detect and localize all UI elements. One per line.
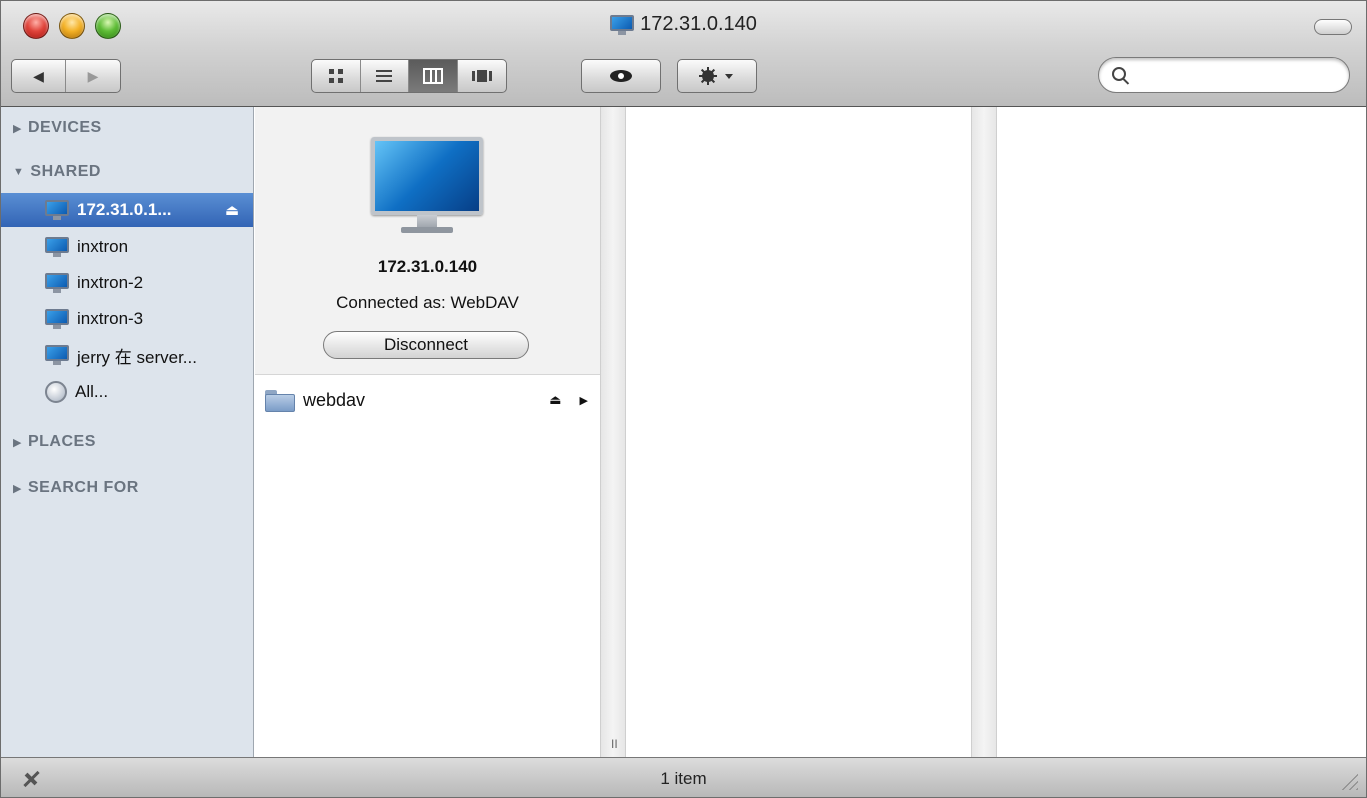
window-title-text: 172.31.0.140 <box>640 13 757 35</box>
back-forward-control: ◀ ▶ <box>11 59 121 93</box>
search-input[interactable] <box>1135 64 1335 86</box>
back-button[interactable]: ◀ <box>12 60 67 92</box>
quick-look-button[interactable] <box>581 59 661 93</box>
list-view-button[interactable] <box>361 60 409 92</box>
shared-folder-icon <box>265 390 295 412</box>
sidebar-item-inxtron-3[interactable]: inxtron-3 <box>1 302 253 336</box>
sidebar-section-search-for[interactable]: ▶ SEARCH FOR <box>13 479 139 497</box>
computer-icon <box>45 345 69 365</box>
column-view-button[interactable] <box>409 60 458 92</box>
computer-icon <box>45 237 69 257</box>
toolbar-toggle-button[interactable] <box>1314 19 1352 35</box>
window-title: 172.31.0.140 <box>1 13 1366 36</box>
computer-large-icon <box>371 137 483 237</box>
sidebar-item-all[interactable]: All... <box>1 375 253 409</box>
column-view-icon <box>422 68 443 84</box>
view-mode-control <box>311 59 507 93</box>
disconnect-button[interactable]: Disconnect <box>323 331 529 359</box>
eject-icon[interactable]: ⏏ <box>225 201 239 219</box>
column-divider-2[interactable] <box>971 107 997 757</box>
computer-icon <box>45 200 69 220</box>
sidebar-item-jerry-server[interactable]: jerry 在 server... <box>1 338 253 372</box>
column-resize-grip-icon[interactable]: II <box>611 737 618 751</box>
status-bar: 1 item <box>1 757 1366 797</box>
search-field[interactable] <box>1098 57 1350 93</box>
icon-view-icon <box>328 69 343 83</box>
icon-view-button[interactable] <box>312 60 361 92</box>
action-menu-button[interactable] <box>677 59 757 93</box>
sidebar: ▶ DEVICES ▼ SHARED 172.31.0.1... ⏏ inxtr… <box>1 107 254 757</box>
sidebar-section-devices[interactable]: ▶ DEVICES <box>13 119 102 137</box>
sidebar-item-inxtron-2[interactable]: inxtron-2 <box>1 266 253 300</box>
coverflow-view-button[interactable] <box>458 60 507 92</box>
computer-icon <box>45 309 69 329</box>
pin-icon[interactable] <box>21 769 41 789</box>
computer-icon <box>610 14 635 35</box>
network-globe-icon <box>45 381 67 403</box>
disclosure-triangle-expanded-icon: ▼ <box>13 166 25 178</box>
list-view-icon <box>376 70 393 82</box>
eject-icon[interactable]: ⏏ <box>549 392 561 408</box>
forward-button[interactable]: ▶ <box>66 60 120 92</box>
gear-icon <box>699 67 733 85</box>
connection-status: Connected as: WebDAV <box>336 293 519 312</box>
server-name: 172.31.0.140 <box>377 257 478 276</box>
sidebar-section-shared[interactable]: ▼ SHARED <box>13 163 101 181</box>
disclosure-triangle-collapsed-icon: ▶ <box>13 482 22 495</box>
coverflow-view-icon <box>471 70 492 82</box>
status-text: 1 item <box>660 768 707 788</box>
browser-column-3 <box>997 107 1366 757</box>
column-divider-1[interactable]: II <box>600 107 626 757</box>
resize-grip-icon[interactable] <box>1340 772 1358 790</box>
browser-column-1: 172.31.0.140 Connected as: WebDAV Discon… <box>255 107 600 757</box>
sidebar-section-places[interactable]: ▶ PLACES <box>13 433 96 451</box>
finder-window: 172.31.0.140 ◀ ▶ ▶ DEVICES ▼ SHARED 172.… <box>0 0 1367 798</box>
list-item-webdav[interactable]: webdav ⏏ ▶ <box>255 385 600 415</box>
browser-column-2 <box>626 107 971 757</box>
computer-icon <box>45 273 69 293</box>
sidebar-item-172-31-0-140[interactable]: 172.31.0.1... ⏏ <box>1 193 253 227</box>
eye-icon <box>610 70 632 82</box>
disclosure-arrow-icon: ▶ <box>579 394 588 407</box>
disclosure-triangle-collapsed-icon: ▶ <box>13 436 22 449</box>
server-preview: 172.31.0.140 Connected as: WebDAV Discon… <box>255 107 600 375</box>
search-icon <box>1112 67 1126 81</box>
sidebar-item-inxtron[interactable]: inxtron <box>1 230 253 264</box>
disclosure-triangle-collapsed-icon: ▶ <box>13 122 22 135</box>
window-toolbar: 172.31.0.140 ◀ ▶ <box>1 1 1366 107</box>
